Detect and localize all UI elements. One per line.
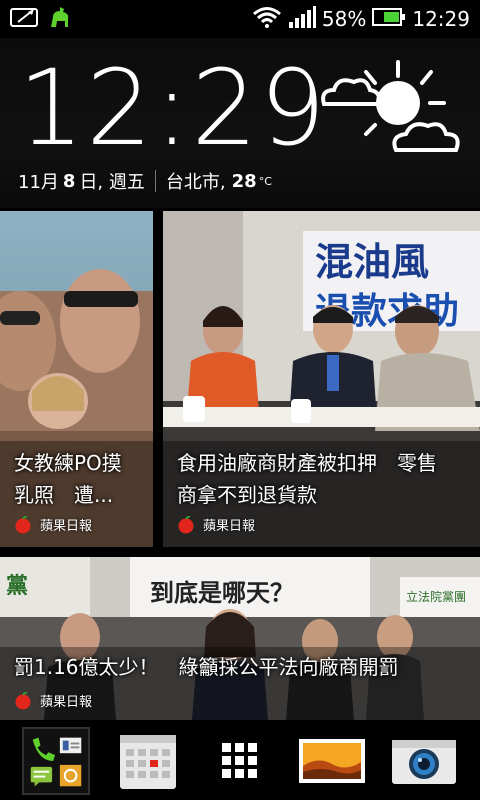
battery-icon (372, 7, 406, 32)
apple-daily-logo-icon (15, 691, 31, 709)
calendar-icon[interactable] (113, 727, 183, 795)
news-headline-line2: 商拿不到退貨款 (177, 483, 317, 507)
status-bar[interactable]: 58% 12:29 (0, 0, 480, 38)
news-source: 蘋果日報 (203, 519, 256, 534)
banner-text-side: 立法院黨團 (406, 589, 466, 604)
date-day: 8 (62, 170, 76, 192)
clock-time[interactable]: 12:29 (18, 56, 328, 160)
gallery-icon[interactable] (297, 727, 367, 795)
date-month: 11月 (18, 172, 59, 193)
news-headline-line2: 乳照 遭... (14, 483, 114, 507)
banner-text-line1: 混油風 (315, 240, 429, 284)
banner-text-left: 黨 (6, 574, 28, 599)
date-suffix: 日, 週五 (79, 172, 145, 193)
news-source: 蘋果日報 (40, 519, 93, 534)
banner-text-bottom: 到底是哪天？ (150, 579, 294, 607)
signal-icon (288, 5, 316, 33)
clock-weather-widget[interactable]: 12:29 11月 8 日, 週五 台北市, 28 °C (0, 38, 480, 208)
temperature: 28 (231, 170, 257, 192)
android-mascot-icon (48, 5, 74, 33)
news-headline-line1: 食用油廠商財產被扣押 零售 (177, 451, 437, 475)
news-tile[interactable]: 混油風 退款求助 食用油廠商財產被扣押 零售 商拿不到退貨款 蘋果日報 (163, 211, 480, 547)
news-headline-line1: 罰1.16億太少！ 綠籲採公平法向廠商開罰 (14, 655, 399, 679)
photo-edit-icon (10, 6, 40, 32)
apple-daily-logo-icon (178, 515, 194, 533)
date-location-line: 11月 8 日, 週五 台北市, 28 °C (18, 168, 272, 194)
news-source: 蘋果日報 (40, 695, 93, 710)
city-name: 台北市, (165, 172, 226, 193)
status-time: 12:29 (412, 7, 470, 31)
dock[interactable] (0, 722, 480, 800)
news-tile[interactable]: 女教練PO摸 乳照 遭... 蘋果日報 (0, 211, 153, 547)
camera-icon[interactable] (389, 727, 459, 795)
wifi-icon (252, 6, 282, 33)
people-messages-folder-icon[interactable] (21, 726, 91, 796)
apple-daily-logo-icon (15, 515, 31, 533)
temperature-unit: °C (258, 174, 272, 188)
divider (154, 170, 156, 192)
news-headline-line1: 女教練PO摸 (14, 451, 122, 475)
news-tile[interactable]: 黨 到底是哪天？ 立法院黨團 罰1.16億太少！ 綠籲採公平法向廠商開罰 蘋果日… (0, 557, 480, 720)
battery-percent: 58% (321, 7, 367, 31)
partly-sunny-cloudy-icon[interactable] (316, 58, 466, 172)
all-apps-icon[interactable] (205, 727, 275, 795)
